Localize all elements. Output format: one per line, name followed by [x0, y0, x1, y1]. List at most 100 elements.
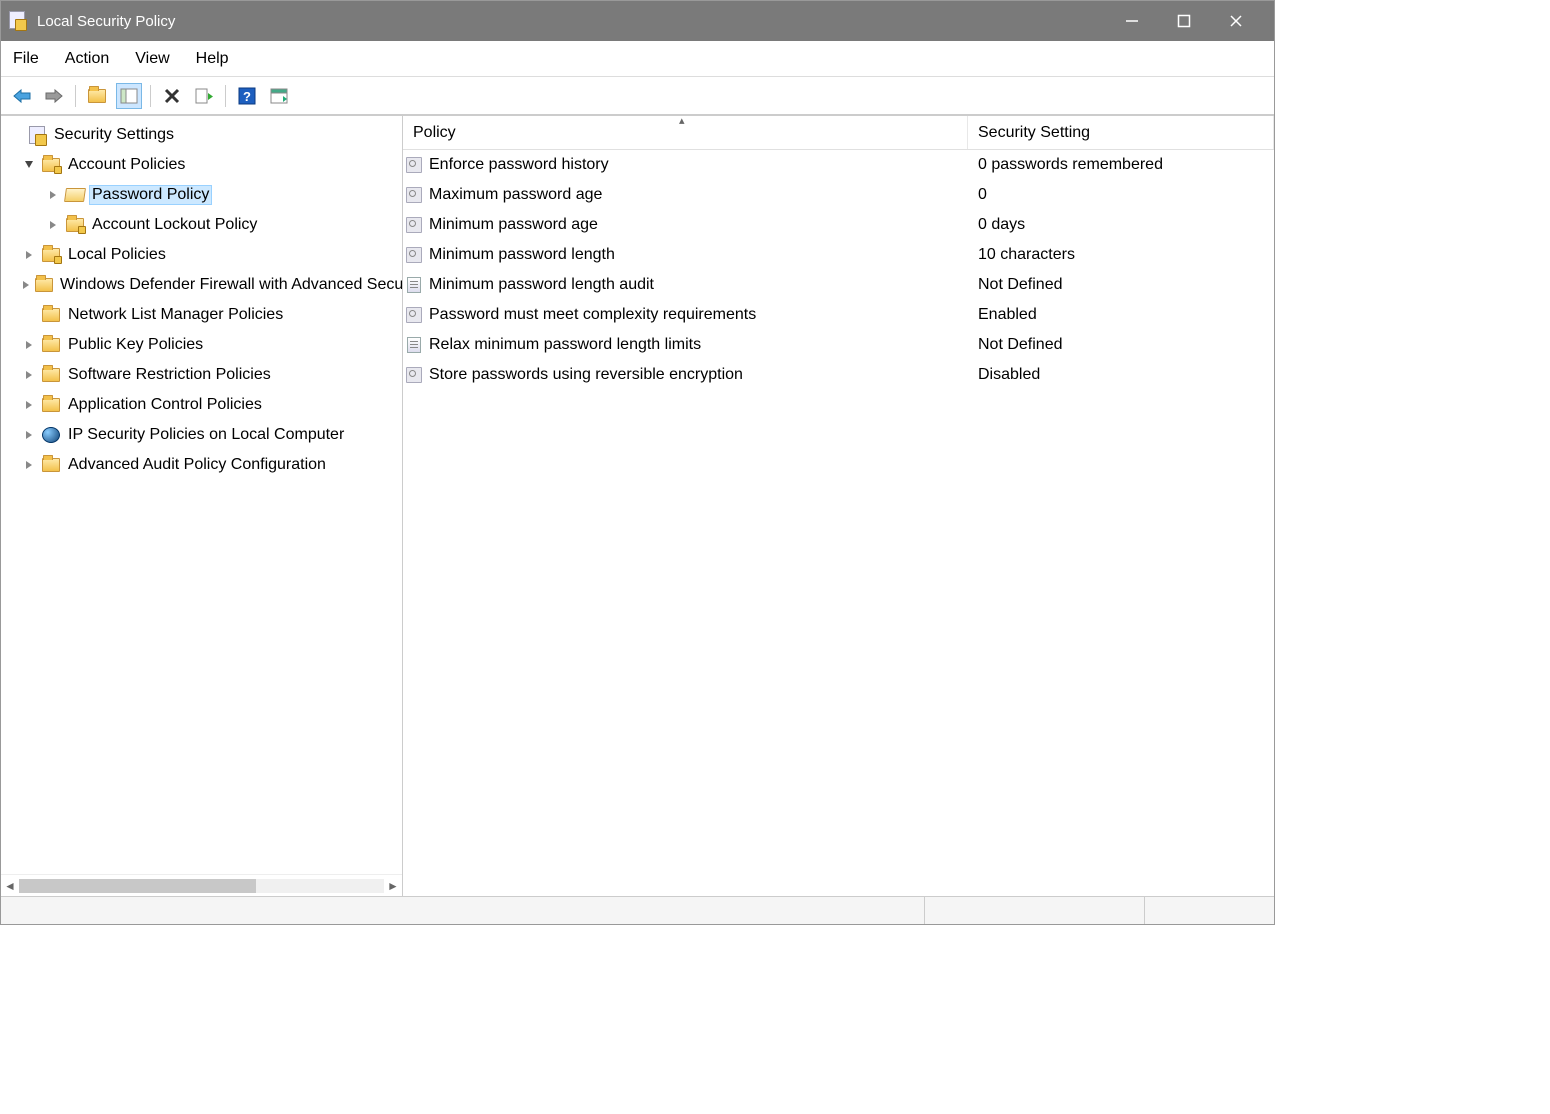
back-button[interactable] [9, 83, 35, 109]
title-bar: Local Security Policy [1, 1, 1274, 41]
show-tree-button[interactable] [116, 83, 142, 109]
details-list[interactable]: Enforce password history0 passwords reme… [403, 150, 1274, 896]
minimize-button[interactable] [1120, 9, 1144, 33]
folder-icon [41, 306, 61, 324]
status-bar [1, 896, 1274, 924]
policy-row[interactable]: Minimum password age0 days [403, 210, 1274, 240]
menu-help[interactable]: Help [192, 48, 233, 70]
tree-label: Account Lockout Policy [89, 215, 260, 235]
menu-file[interactable]: File [9, 48, 43, 70]
svg-text:?: ? [243, 89, 251, 104]
horizontal-scrollbar[interactable]: ◄ ► [1, 874, 402, 896]
column-headers: ▴ Policy Security Setting [403, 116, 1274, 150]
status-cell [1, 897, 924, 924]
expander-icon[interactable] [21, 457, 37, 473]
tree-label: Software Restriction Policies [65, 365, 274, 385]
toolbar-separator [75, 85, 76, 107]
sort-ascending-icon: ▴ [679, 114, 685, 127]
expander-icon[interactable] [21, 247, 37, 263]
toolbar: ? [1, 77, 1274, 115]
policy-value: Not Defined [968, 276, 1274, 294]
help-button[interactable]: ? [234, 83, 260, 109]
policy-row[interactable]: Maximum password age0 [403, 180, 1274, 210]
policy-item-icon [403, 307, 425, 323]
policy-value: 0 passwords remembered [968, 156, 1274, 174]
forward-button[interactable] [41, 83, 67, 109]
policy-name: Maximum password age [425, 186, 968, 204]
folder-icon [35, 276, 53, 294]
tree-item-advanced-audit[interactable]: Advanced Audit Policy Configuration [1, 450, 402, 480]
policy-item-icon [403, 187, 425, 203]
tree-item-network-list-manager[interactable]: Network List Manager Policies [1, 300, 402, 330]
tree-item-local-policies[interactable]: Local Policies [1, 240, 402, 270]
tree-item-account-policies[interactable]: Account Policies [1, 150, 402, 180]
app-icon [9, 11, 29, 31]
tree-label: Network List Manager Policies [65, 305, 286, 325]
column-header-setting[interactable]: Security Setting [968, 116, 1274, 149]
scroll-right-icon[interactable]: ► [384, 879, 402, 893]
tree-item-application-control[interactable]: Application Control Policies [1, 390, 402, 420]
menu-view[interactable]: View [131, 48, 173, 70]
status-cell [924, 897, 1144, 924]
policy-value: Not Defined [968, 336, 1274, 354]
policy-value: Enabled [968, 306, 1274, 324]
menu-action[interactable]: Action [61, 48, 113, 70]
policy-row[interactable]: Minimum password length auditNot Defined [403, 270, 1274, 300]
policy-item-icon [403, 217, 425, 233]
policy-row[interactable]: Store passwords using reversible encrypt… [403, 360, 1274, 390]
details-pane: ▴ Policy Security Setting Enforce passwo… [403, 116, 1274, 896]
expander-icon[interactable] [21, 277, 31, 293]
policy-item-icon [403, 277, 425, 293]
policy-name: Store passwords using reversible encrypt… [425, 366, 968, 384]
expander-icon[interactable] [21, 397, 37, 413]
expander-icon[interactable] [7, 127, 23, 143]
tree-label: Application Control Policies [65, 395, 265, 415]
expander-icon[interactable] [45, 187, 61, 203]
properties-button[interactable] [266, 83, 292, 109]
policy-row[interactable]: Relax minimum password length limitsNot … [403, 330, 1274, 360]
export-button[interactable] [191, 83, 217, 109]
policy-item-icon [403, 367, 425, 383]
tree-label: Advanced Audit Policy Configuration [65, 455, 329, 475]
expander-icon[interactable] [45, 217, 61, 233]
scroll-track[interactable] [19, 879, 384, 893]
policy-row[interactable]: Password must meet complexity requiremen… [403, 300, 1274, 330]
tree-label: Windows Defender Firewall with Advanced … [57, 275, 402, 295]
policy-name: Minimum password length [425, 246, 968, 264]
expander-icon[interactable] [21, 337, 37, 353]
policy-row[interactable]: Enforce password history0 passwords reme… [403, 150, 1274, 180]
menu-bar: File Action View Help [1, 41, 1274, 77]
tree-pane: Security Settings Account Policies Passw… [1, 116, 403, 896]
folder-icon [41, 156, 61, 174]
expander-icon[interactable] [21, 367, 37, 383]
policy-item-icon [403, 337, 425, 353]
tree-root[interactable]: Security Settings [1, 120, 402, 150]
folder-icon [41, 366, 61, 384]
close-button[interactable] [1224, 9, 1248, 33]
up-level-button[interactable] [84, 83, 110, 109]
policy-value: 0 days [968, 216, 1274, 234]
maximize-button[interactable] [1172, 9, 1196, 33]
tree-view[interactable]: Security Settings Account Policies Passw… [1, 116, 402, 874]
folder-icon [41, 246, 61, 264]
main-split: Security Settings Account Policies Passw… [1, 115, 1274, 896]
folder-icon [41, 396, 61, 414]
tree-item-ip-security[interactable]: IP Security Policies on Local Computer [1, 420, 402, 450]
scroll-thumb[interactable] [19, 879, 256, 893]
security-settings-icon [27, 126, 47, 144]
scroll-left-icon[interactable]: ◄ [1, 879, 19, 893]
status-cell [1144, 897, 1274, 924]
tree-item-password-policy[interactable]: Password Policy [1, 180, 402, 210]
tree-item-account-lockout-policy[interactable]: Account Lockout Policy [1, 210, 402, 240]
folder-open-icon [65, 186, 85, 204]
tree-item-windows-defender-firewall[interactable]: Windows Defender Firewall with Advanced … [1, 270, 402, 300]
column-header-policy[interactable]: Policy [403, 116, 968, 149]
expander-icon[interactable] [21, 427, 37, 443]
policy-value: 10 characters [968, 246, 1274, 264]
tree-item-software-restriction[interactable]: Software Restriction Policies [1, 360, 402, 390]
expander-icon[interactable] [21, 307, 37, 323]
delete-button[interactable] [159, 83, 185, 109]
tree-item-public-key-policies[interactable]: Public Key Policies [1, 330, 402, 360]
policy-row[interactable]: Minimum password length10 characters [403, 240, 1274, 270]
expander-icon[interactable] [21, 157, 37, 173]
